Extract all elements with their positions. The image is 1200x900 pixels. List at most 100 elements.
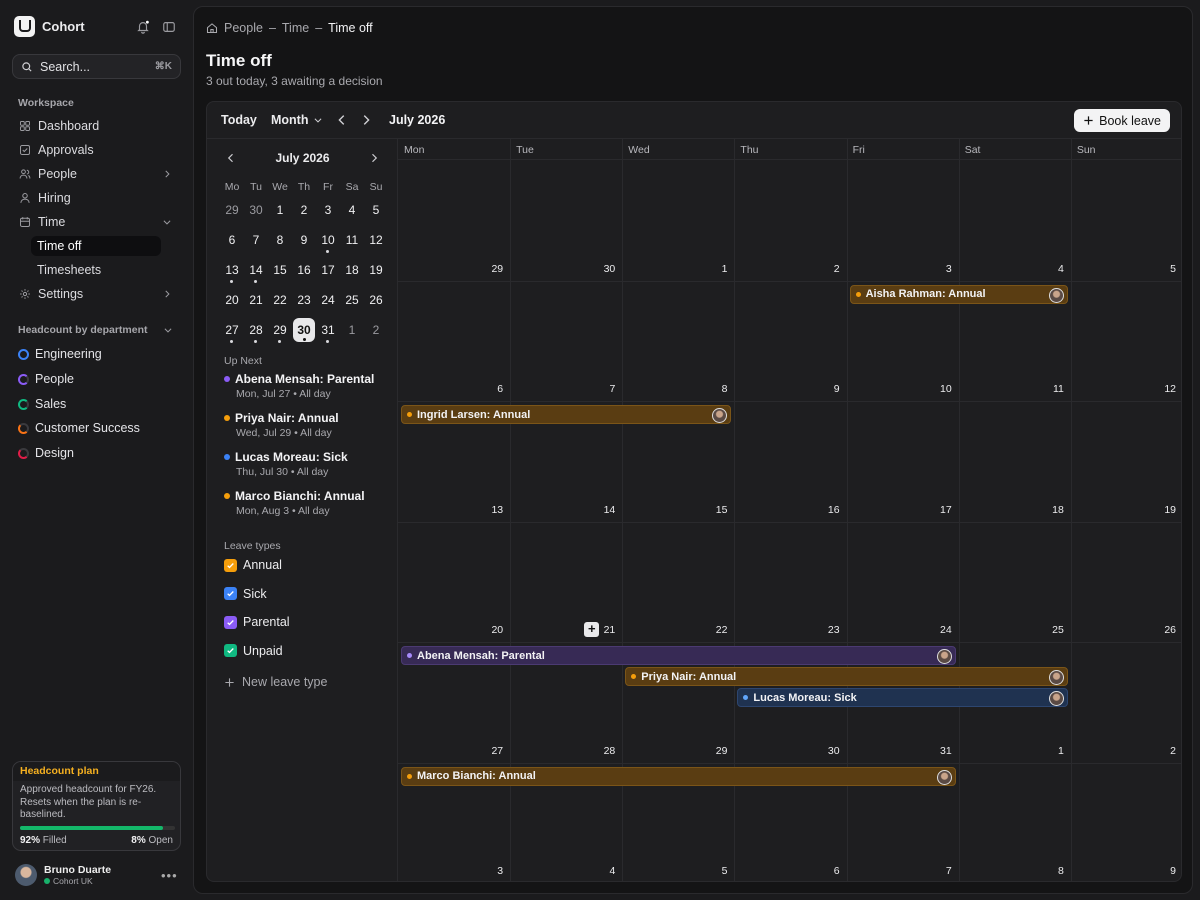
- day-number[interactable]: 27: [473, 745, 503, 757]
- book-leave-button[interactable]: Book leave: [1074, 109, 1170, 132]
- leave-type-annual[interactable]: Annual: [224, 558, 282, 572]
- mini-day[interactable]: 13: [220, 258, 244, 283]
- sidebar-item-time[interactable]: Time: [12, 210, 181, 234]
- day-number[interactable]: 9: [1146, 865, 1176, 877]
- checkbox-checked-icon[interactable]: [224, 587, 237, 600]
- mini-day[interactable]: 26: [364, 288, 388, 312]
- day-number[interactable]: 30: [585, 263, 616, 275]
- mini-day[interactable]: 2: [364, 318, 388, 342]
- mini-day[interactable]: 24: [316, 288, 340, 312]
- mini-day[interactable]: 4: [340, 198, 364, 222]
- mini-day[interactable]: 29: [220, 198, 244, 222]
- mini-day[interactable]: 7: [244, 228, 268, 252]
- day-number[interactable]: 26: [1146, 624, 1176, 636]
- up-next-item[interactable]: Priya Nair: Annual Wed, Jul 29 • All day: [224, 411, 394, 439]
- mini-day[interactable]: 22: [268, 288, 292, 312]
- day-number[interactable]: 5: [1146, 263, 1176, 275]
- headcount-dept-label[interactable]: Headcount by department: [18, 324, 148, 336]
- mini-day[interactable]: 17: [316, 258, 340, 282]
- new-leave-type-button[interactable]: New leave type: [224, 675, 327, 689]
- day-number[interactable]: 8: [697, 383, 728, 395]
- mini-day[interactable]: 18: [340, 258, 364, 282]
- mini-day[interactable]: 31: [316, 318, 340, 343]
- checkbox-checked-icon[interactable]: [224, 558, 237, 572]
- view-select[interactable]: Month: [271, 113, 323, 127]
- day-number[interactable]: 18: [1034, 504, 1064, 516]
- day-number[interactable]: 5: [697, 865, 728, 877]
- headcount-plan-card[interactable]: Headcount plan Approved headcount for FY…: [12, 761, 181, 851]
- mini-day[interactable]: 1: [340, 318, 364, 342]
- day-number[interactable]: 4: [585, 865, 615, 877]
- mini-day[interactable]: 25: [340, 288, 364, 312]
- day-number[interactable]: 15: [697, 504, 728, 516]
- day-number[interactable]: 17: [922, 504, 952, 516]
- up-next-item[interactable]: Lucas Moreau: Sick Thu, Jul 30 • All day: [224, 450, 394, 478]
- day-number[interactable]: 1: [1034, 745, 1064, 757]
- mini-day[interactable]: 10: [316, 228, 340, 253]
- day-number[interactable]: 24: [922, 624, 952, 636]
- breadcrumb-time[interactable]: Time: [282, 21, 309, 35]
- mini-day[interactable]: 30: [293, 318, 315, 342]
- day-number[interactable]: 30: [810, 745, 840, 757]
- more-options-icon[interactable]: •••: [161, 868, 178, 883]
- mini-next-icon[interactable]: [368, 152, 380, 164]
- dept-design[interactable]: Design: [18, 446, 74, 460]
- day-number[interactable]: 7: [922, 865, 952, 877]
- leave-event[interactable]: Lucas Moreau: Sick: [737, 688, 1068, 707]
- day-number[interactable]: 11: [1034, 383, 1064, 395]
- day-number[interactable]: 14: [585, 504, 616, 516]
- mini-day[interactable]: 16: [292, 258, 316, 282]
- mini-day[interactable]: 14: [244, 258, 268, 283]
- sidebar-item-approvals[interactable]: Approvals: [12, 138, 181, 162]
- sidebar-item-people[interactable]: People: [12, 162, 181, 186]
- mini-day[interactable]: 3: [316, 198, 340, 222]
- leave-event[interactable]: Abena Mensah: Parental: [401, 646, 956, 665]
- leave-type-sick[interactable]: Sick: [224, 587, 267, 601]
- brand[interactable]: Cohort: [14, 16, 85, 37]
- leave-type-unpaid[interactable]: Unpaid: [224, 644, 283, 658]
- mini-day[interactable]: 19: [364, 258, 388, 282]
- mini-day[interactable]: 8: [268, 228, 292, 252]
- day-number[interactable]: 23: [810, 624, 840, 636]
- mini-day[interactable]: 29: [268, 318, 292, 343]
- user-profile[interactable]: Bruno Duarte Cohort UK: [15, 864, 111, 886]
- add-event-button[interactable]: +: [584, 622, 600, 637]
- mini-day[interactable]: 15: [268, 258, 292, 282]
- leave-event[interactable]: Marco Bianchi: Annual: [401, 766, 956, 786]
- day-number[interactable]: 31: [922, 745, 952, 757]
- mini-day[interactable]: 30: [244, 198, 268, 222]
- sidebar-item-settings[interactable]: Settings: [12, 282, 181, 306]
- sidebar-item-time-off[interactable]: Time off: [31, 236, 161, 256]
- day-number[interactable]: 22: [697, 624, 728, 636]
- home-icon[interactable]: [206, 22, 218, 34]
- mini-day[interactable]: 27: [220, 318, 244, 343]
- leave-event[interactable]: Aisha Rahman: Annual: [849, 284, 1068, 304]
- mini-day[interactable]: 28: [244, 318, 268, 343]
- checkbox-checked-icon[interactable]: [224, 644, 237, 657]
- leave-type-parental[interactable]: Parental: [224, 615, 290, 629]
- day-number[interactable]: 7: [585, 383, 615, 395]
- leave-event[interactable]: Ingrid Larsen: Annual: [401, 405, 732, 424]
- day-number[interactable]: 6: [810, 865, 840, 877]
- day-number[interactable]: 29: [473, 263, 503, 275]
- day-number[interactable]: 6: [473, 383, 503, 395]
- checkbox-checked-icon[interactable]: [224, 615, 237, 629]
- mini-day[interactable]: 11: [340, 228, 364, 252]
- day-number[interactable]: 2: [810, 263, 840, 275]
- mini-day[interactable]: 6: [220, 228, 244, 252]
- sidebar-toggle-icon[interactable]: [162, 20, 176, 34]
- day-number[interactable]: 28: [585, 745, 616, 757]
- today-button[interactable]: Today: [221, 113, 257, 127]
- search-input[interactable]: Search... ⌘K: [12, 54, 181, 79]
- next-month-icon[interactable]: [359, 113, 373, 127]
- chevron-down-icon[interactable]: [163, 325, 173, 335]
- mini-day[interactable]: 21: [244, 288, 268, 312]
- day-number[interactable]: 2: [1146, 745, 1176, 757]
- sidebar-item-dashboard[interactable]: Dashboard: [12, 114, 181, 138]
- day-number[interactable]: 10: [922, 383, 952, 395]
- day-number[interactable]: 3: [473, 865, 503, 877]
- day-number[interactable]: 9: [810, 383, 840, 395]
- mini-day[interactable]: 9: [292, 228, 316, 252]
- day-number[interactable]: 3: [922, 263, 952, 275]
- mini-day[interactable]: 12: [364, 228, 388, 252]
